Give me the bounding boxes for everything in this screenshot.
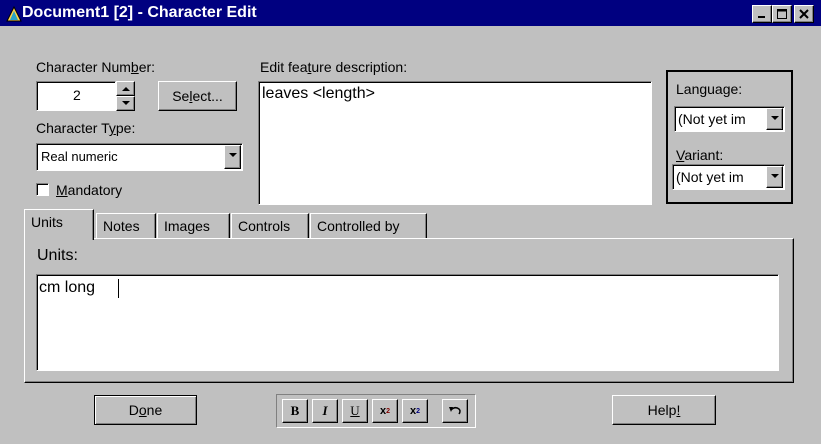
close-button[interactable] bbox=[794, 5, 814, 23]
tab-controlled-by[interactable]: Controlled by bbox=[310, 213, 427, 238]
undo-button[interactable] bbox=[442, 399, 468, 423]
minimize-button[interactable] bbox=[752, 5, 772, 23]
tab-images[interactable]: Images bbox=[157, 213, 230, 238]
arrow-up-icon bbox=[122, 87, 130, 91]
select-button[interactable]: Se l ect... bbox=[158, 81, 237, 111]
language-value: (Not yet im bbox=[678, 111, 746, 127]
help-button[interactable]: Help! bbox=[612, 395, 716, 425]
description-text: leaves <length> bbox=[262, 85, 375, 102]
spin-up-button[interactable] bbox=[116, 81, 135, 96]
arrow-down-icon bbox=[122, 101, 130, 105]
character-number-value: 2 bbox=[73, 87, 81, 103]
units-text: cm long bbox=[39, 279, 96, 296]
language-group: Language: (Not yet im Variant: (Not yet … bbox=[666, 70, 793, 204]
mandatory-checkbox[interactable] bbox=[36, 183, 49, 196]
description-textarea[interactable]: leaves <length> bbox=[258, 81, 652, 205]
bold-button[interactable]: B bbox=[282, 399, 308, 423]
language-label: Language: bbox=[676, 81, 743, 97]
superscript-button[interactable]: x2 bbox=[372, 399, 398, 423]
undo-icon bbox=[449, 406, 461, 415]
app-icon bbox=[6, 6, 22, 22]
chevron-down-icon[interactable] bbox=[766, 166, 783, 188]
language-select[interactable]: (Not yet im bbox=[674, 106, 785, 132]
character-type-value: Real numeric bbox=[41, 149, 118, 164]
chevron-down-icon[interactable] bbox=[766, 108, 783, 130]
character-number-spinner[interactable] bbox=[116, 81, 135, 111]
maximize-button[interactable] bbox=[772, 5, 792, 23]
character-number-field[interactable]: 2 bbox=[36, 81, 116, 111]
description-label: Edit feature description: bbox=[260, 59, 408, 75]
character-type-label: Character Type: bbox=[36, 120, 136, 136]
tab-controls[interactable]: Controls bbox=[231, 213, 309, 238]
close-icon bbox=[799, 9, 809, 19]
done-button[interactable]: Do ne bbox=[94, 395, 197, 425]
tab-units[interactable]: Units bbox=[24, 209, 94, 240]
text-cursor bbox=[118, 279, 119, 298]
spin-down-button[interactable] bbox=[116, 96, 135, 111]
units-tab-panel: Units: cm long bbox=[24, 238, 794, 383]
character-type-select[interactable]: Real numeric bbox=[36, 143, 243, 171]
units-label: Units: bbox=[37, 247, 78, 264]
underline-button[interactable]: U bbox=[342, 399, 368, 423]
chevron-down-icon[interactable] bbox=[224, 145, 241, 169]
variant-select[interactable]: (Not yet im bbox=[672, 164, 785, 190]
character-number-label: Character Number: bbox=[36, 59, 156, 75]
title-bar[interactable]: Document1 [2] - Character Edit bbox=[0, 0, 821, 27]
variant-value: (Not yet im bbox=[676, 169, 744, 185]
tab-notes[interactable]: Notes bbox=[96, 213, 156, 238]
subscript-button[interactable]: x2 bbox=[402, 399, 428, 423]
window-title: Document1 [2] - Character Edit bbox=[22, 4, 257, 21]
minimize-icon bbox=[758, 16, 765, 18]
mandatory-label[interactable]: Mandatory bbox=[56, 181, 122, 199]
maximize-icon bbox=[777, 9, 787, 19]
italic-button[interactable]: I bbox=[312, 399, 338, 423]
variant-label: Variant: bbox=[676, 147, 724, 163]
units-textarea[interactable]: cm long bbox=[36, 274, 779, 371]
